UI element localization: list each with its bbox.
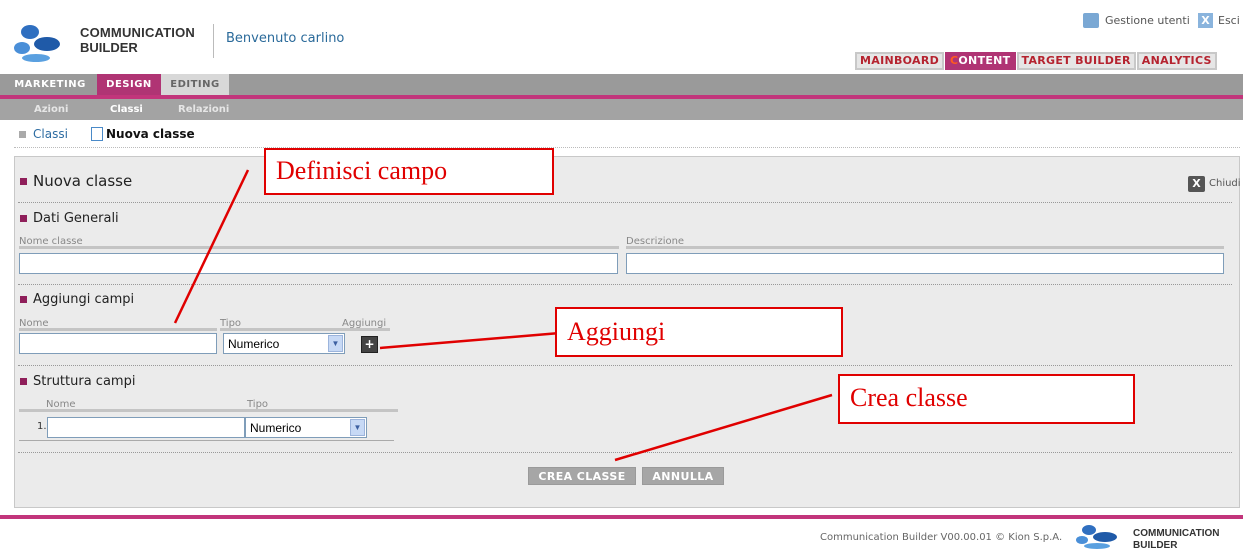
tab-analytics[interactable]: ANALYTICS bbox=[1136, 52, 1217, 70]
section-add-fields-title: Aggiungi campi bbox=[33, 292, 135, 307]
tab-content[interactable]: CONTENT bbox=[945, 52, 1016, 70]
label-underline bbox=[19, 246, 619, 249]
logout-icon[interactable]: X bbox=[1198, 13, 1213, 28]
subtab-classi[interactable]: Classi bbox=[110, 99, 143, 120]
cancel-button[interactable]: ANNULLA bbox=[642, 467, 724, 485]
brand-name-line1: COMMUNICATION bbox=[80, 25, 196, 40]
footer-brand-line2: BUILDER bbox=[1133, 540, 1178, 551]
footer-brand-line1: COMMUNICATION bbox=[1133, 528, 1220, 539]
section-general-title: Dati Generali bbox=[33, 211, 119, 226]
logout-link[interactable]: Esci bbox=[1218, 14, 1240, 27]
label-underline bbox=[19, 328, 217, 331]
close-icon[interactable]: X bbox=[1188, 176, 1205, 192]
close-link[interactable]: Chiudi bbox=[1209, 178, 1241, 189]
label-underline bbox=[19, 409, 398, 412]
tab-mainboard[interactable]: MAINBOARD bbox=[855, 52, 945, 70]
add-field-button[interactable]: + bbox=[361, 336, 378, 353]
footer-logo-icon bbox=[1076, 525, 1117, 549]
users-icon[interactable] bbox=[1083, 13, 1099, 28]
document-icon bbox=[91, 127, 103, 141]
divider bbox=[18, 365, 1232, 366]
structure-name-input[interactable] bbox=[47, 417, 245, 438]
chevron-down-icon: ▼ bbox=[328, 335, 343, 352]
panel-title: Nuova classe bbox=[33, 172, 133, 190]
chevron-down-icon: ▼ bbox=[350, 419, 365, 436]
footer-copyright: Communication Builder V00.00.01 © Kion S… bbox=[820, 532, 1063, 543]
section-bullet bbox=[20, 178, 27, 185]
communication-builder-logo-icon bbox=[14, 25, 60, 62]
breadcrumb-current: Nuova classe bbox=[106, 127, 195, 141]
row-index: 1. bbox=[37, 421, 47, 432]
create-class-button[interactable]: CREA CLASSE bbox=[528, 467, 636, 485]
tab-editing[interactable]: EDITING bbox=[161, 74, 229, 96]
divider bbox=[18, 202, 1232, 203]
section-bullet bbox=[20, 215, 27, 222]
tab-marketing[interactable]: MARKETING bbox=[10, 74, 90, 96]
divider bbox=[18, 284, 1232, 285]
label-underline bbox=[626, 246, 1224, 249]
field-type-select[interactable]: Numerico ▼ bbox=[223, 333, 345, 354]
row-divider bbox=[19, 440, 394, 441]
breadcrumb-divider bbox=[14, 147, 1240, 148]
main-tabs: MAINBOARD CONTENT TARGET BUILDER ANALYTI… bbox=[855, 52, 1217, 70]
structure-type-select[interactable]: Numerico ▼ bbox=[245, 417, 367, 438]
label-underline bbox=[220, 328, 345, 331]
field-name-input[interactable] bbox=[19, 333, 217, 354]
section-bullet bbox=[20, 296, 27, 303]
description-input[interactable] bbox=[626, 253, 1224, 274]
brand-name-line2: BUILDER bbox=[80, 40, 138, 55]
section-bullet bbox=[20, 378, 27, 385]
annotation-define-field: Definisci campo bbox=[264, 148, 554, 195]
tab-target-builder[interactable]: TARGET BUILDER bbox=[1016, 52, 1136, 70]
footer-accent-line bbox=[0, 515, 1243, 519]
user-management-link[interactable]: Gestione utenti bbox=[1105, 14, 1190, 27]
section-structure-title: Struttura campi bbox=[33, 374, 136, 389]
subtab-azioni[interactable]: Azioni bbox=[34, 99, 68, 120]
class-name-input[interactable] bbox=[19, 253, 618, 274]
breadcrumb-bullet bbox=[19, 131, 26, 138]
annotation-add: Aggiungi bbox=[555, 307, 843, 357]
subtab-relazioni[interactable]: Relazioni bbox=[178, 99, 229, 120]
tab-design[interactable]: DESIGN bbox=[97, 74, 161, 96]
divider bbox=[18, 452, 1232, 453]
breadcrumb-classi-link[interactable]: Classi bbox=[33, 127, 68, 141]
header-divider bbox=[213, 24, 214, 58]
annotation-create-class: Crea classe bbox=[838, 374, 1135, 424]
label-underline bbox=[345, 328, 390, 331]
welcome-text: Benvenuto carlino bbox=[226, 31, 345, 46]
